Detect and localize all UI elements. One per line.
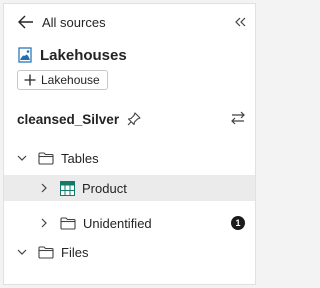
lakehouses-title: Lakehouses [40,46,127,64]
folder-icon [38,245,54,259]
folder-icon [38,151,54,165]
pin-icon[interactable] [127,112,141,126]
lakehouse-item-name: cleansed_Silver [17,111,120,127]
collapse-panel-icon[interactable] [230,12,250,32]
tree-item-product[interactable]: Product [4,175,255,201]
chevron-down-icon [17,154,27,162]
tree-item-unidentified[interactable]: Unidentified 1 [4,210,255,236]
lakehouse-icon [17,47,33,63]
tree-item-tables[interactable]: Tables [4,145,255,171]
lakehouses-header: Lakehouses [17,44,127,66]
explorer-panel: All sources Lakehouses Lakehouse cleanse… [3,3,256,285]
chevron-right-icon [40,218,48,228]
add-lakehouse-label: Lakehouse [41,73,100,87]
tree-item-files[interactable]: Files [4,239,255,265]
table-icon [60,180,75,196]
lakehouse-item-header: cleansed_Silver [17,108,141,130]
product-label: Product [82,180,127,196]
chevron-right-icon [40,183,48,193]
tables-label: Tables [61,150,99,166]
back-to-all-sources[interactable]: All sources [18,12,106,32]
add-lakehouse-button[interactable]: Lakehouse [17,70,108,90]
arrow-left-icon [18,15,34,29]
folder-icon [60,216,76,230]
unidentified-count-badge: 1 [231,216,245,230]
chevron-down-icon [17,248,27,256]
plus-icon [24,74,36,86]
unidentified-label: Unidentified [83,215,152,231]
files-label: Files [61,244,89,260]
back-label: All sources [42,14,106,30]
switch-lakehouse-icon[interactable] [228,108,248,128]
